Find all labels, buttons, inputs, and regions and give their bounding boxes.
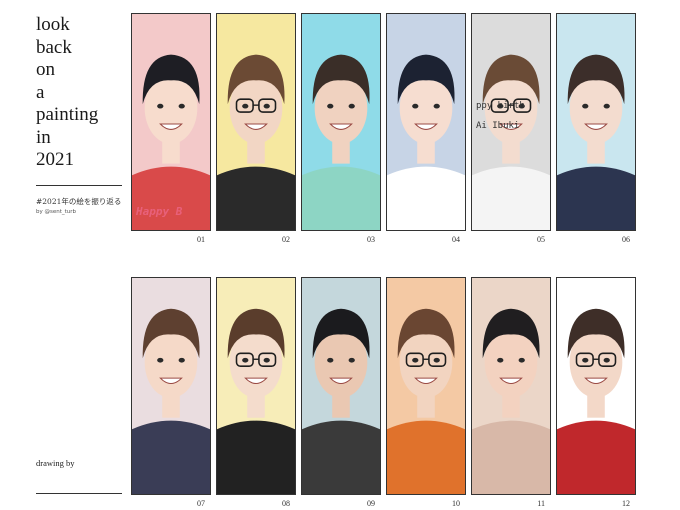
panel-number: 10 — [452, 499, 460, 508]
panel-number: 08 — [282, 499, 290, 508]
panel-number: 01 — [197, 235, 205, 244]
title-line: a — [36, 81, 45, 103]
panel-number: 12 — [622, 499, 630, 508]
illustration-panel-02 — [216, 13, 296, 231]
title-line: look — [36, 14, 70, 35]
panel-caption: ppy birth Ai Ibuki — [476, 101, 525, 131]
title-block: look back on a painting in 2021 — [36, 14, 126, 172]
title-line: in — [36, 126, 51, 148]
illustration-panel-09 — [301, 277, 381, 495]
drawing-by-label: drawing by — [36, 458, 75, 468]
illustration-panel-10 — [386, 277, 466, 495]
panel-number: 05 — [537, 235, 545, 244]
illustration-panel-03 — [301, 13, 381, 231]
panel-number: 11 — [537, 499, 545, 508]
panel-number: 03 — [367, 235, 375, 244]
divider — [36, 185, 122, 186]
title-line: on — [36, 59, 55, 80]
illustration-panel-11 — [471, 277, 551, 495]
panel-caption: Happy B — [136, 205, 183, 218]
illustration-panel-05: ppy birth Ai Ibuki — [471, 13, 551, 231]
panel-number: 07 — [197, 499, 205, 508]
illustration-panel-01: Happy B — [131, 13, 211, 231]
panel-number: 04 — [452, 235, 460, 244]
panel-number: 09 — [367, 499, 375, 508]
panel-number: 06 — [622, 235, 630, 244]
title-line: back — [36, 36, 72, 58]
illustration-panel-07 — [131, 277, 211, 495]
illustration-panel-08 — [216, 277, 296, 495]
illustration-panel-12 — [556, 277, 636, 495]
illustration-panel-04 — [386, 13, 466, 231]
panel-number: 02 — [282, 235, 290, 244]
hashtag: #2021年の絵を振り返る — [36, 197, 122, 206]
author-handle: by @sent_turb — [36, 209, 77, 215]
divider — [36, 493, 122, 494]
title-line: 2021 — [36, 149, 74, 170]
illustration-panel-06 — [556, 13, 636, 231]
title-line: painting — [36, 104, 99, 125]
